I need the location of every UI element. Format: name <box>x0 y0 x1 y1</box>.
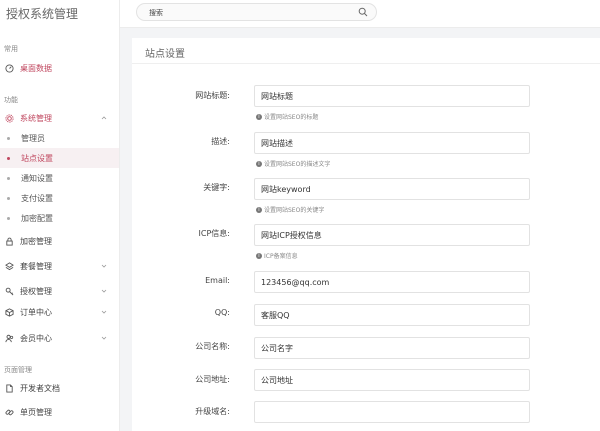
search-box[interactable]: 搜索 <box>136 3 377 21</box>
info-icon: i <box>256 160 262 167</box>
site-title-input[interactable] <box>254 85 530 107</box>
search-icon[interactable] <box>358 7 368 17</box>
sidebar-subitem-notify-settings[interactable]: 通知设置 <box>0 168 119 188</box>
description-input[interactable] <box>254 132 530 154</box>
page-title: 站点设置 <box>145 49 185 60</box>
upgrade-domain-input[interactable] <box>254 401 530 423</box>
bullet-icon <box>7 156 10 160</box>
sidebar-item-label: 系统管理 <box>20 113 52 123</box>
sidebar-item-dev-docs[interactable]: 开发者文档 <box>0 378 119 398</box>
bullet-icon <box>7 136 10 140</box>
bullet-icon <box>7 216 10 220</box>
sidebar-item-member[interactable]: 会员中心 <box>0 328 119 348</box>
lock-icon <box>4 236 14 246</box>
icp-label: ICP信息: <box>198 229 230 238</box>
hint-text: 设置网站SEO的标题 <box>264 114 319 121</box>
sidebar-subitem-label: 管理员 <box>21 133 45 143</box>
dashboard-gauge-icon <box>4 63 14 73</box>
sidebar-item-package[interactable]: 套餐管理 <box>0 256 119 276</box>
settings-panel: 站点设置 网站标题: i 设置网站SEO的标题 描述: i 设置网站SEO的描述… <box>132 38 600 431</box>
sidebar-item-label: 订单中心 <box>20 307 52 317</box>
chevron-down-icon <box>101 310 107 314</box>
hint-text: ICP备案信息 <box>264 253 298 260</box>
sidebar-subitem-encrypt-config[interactable]: 加密配置 <box>0 208 119 228</box>
sidebar-item-order[interactable]: 订单中心 <box>0 302 119 322</box>
bullet-icon <box>7 196 10 200</box>
qq-label: QQ: <box>214 308 230 317</box>
sidebar-subitem-label: 站点设置 <box>21 153 53 163</box>
upgrade-domain-label: 升级域名: <box>195 407 230 416</box>
sidebar-item-dashboard[interactable]: 桌面数据 <box>0 58 119 78</box>
section-label-function: 功能 <box>4 96 18 104</box>
section-label-common: 常用 <box>4 45 18 53</box>
keywords-hint: i 设置网站SEO的关键字 <box>256 205 324 214</box>
users-icon <box>4 333 14 343</box>
sidebar-subitem-label: 支付设置 <box>21 193 53 203</box>
company-address-label: 公司地址: <box>195 375 230 384</box>
sidebar-subitem-label: 加密配置 <box>21 213 53 223</box>
chevron-down-icon <box>101 336 107 340</box>
sidebar-item-label: 套餐管理 <box>20 261 52 271</box>
site-title-hint: i 设置网站SEO的标题 <box>256 112 318 121</box>
chevron-down-icon <box>101 264 107 268</box>
chevron-down-icon <box>101 289 107 293</box>
sidebar-subitem-label: 通知设置 <box>21 173 53 183</box>
sidebar-item-single-page[interactable]: 单页管理 <box>0 402 119 422</box>
sidebar-item-auth[interactable]: 授权管理 <box>0 281 119 301</box>
sidebar-item-label: 开发者文档 <box>20 383 60 393</box>
layers-icon <box>4 261 14 271</box>
email-field[interactable] <box>254 271 530 293</box>
sidebar: 授权系统管理 常用 桌面数据 功能 系统管理 管理员 站点设置 通知设置 支付设… <box>0 0 120 431</box>
description-label: 描述: <box>211 137 230 146</box>
gear-icon <box>4 113 14 123</box>
info-icon: i <box>256 206 262 213</box>
panel-header <box>132 38 600 64</box>
qq-input[interactable] <box>254 304 530 326</box>
top-bar: 搜索 <box>120 0 600 28</box>
sidebar-item-label: 会员中心 <box>20 333 52 343</box>
sidebar-item-label: 桌面数据 <box>20 63 52 73</box>
sidebar-subitem-site-settings[interactable]: 站点设置 <box>0 148 119 168</box>
company-name-input[interactable] <box>254 337 530 359</box>
app-title: 授权系统管理 <box>6 7 79 21</box>
keywords-label: 关键字: <box>203 183 230 192</box>
description-hint: i 设置网站SEO的描述文字 <box>256 159 330 168</box>
section-label-pages: 页面管理 <box>4 366 32 374</box>
search-input[interactable]: 搜索 <box>149 8 163 18</box>
hint-text: 设置网站SEO的描述文字 <box>264 161 331 168</box>
icp-hint: i ICP备案信息 <box>256 251 298 260</box>
hint-text: 设置网站SEO的关键字 <box>264 207 325 214</box>
document-icon <box>4 383 14 393</box>
sidebar-subitem-admin[interactable]: 管理员 <box>0 128 119 148</box>
sidebar-item-label: 加密管理 <box>20 236 52 246</box>
keywords-input[interactable] <box>254 178 530 200</box>
sidebar-item-system[interactable]: 系统管理 <box>0 108 119 128</box>
company-address-input[interactable] <box>254 369 530 391</box>
info-icon: i <box>256 252 262 259</box>
sidebar-item-label: 单页管理 <box>20 407 52 417</box>
email-label: Email: <box>205 276 230 285</box>
chevron-up-icon <box>101 116 107 120</box>
sidebar-item-encrypt[interactable]: 加密管理 <box>0 231 119 251</box>
key-icon <box>4 286 14 296</box>
sidebar-item-label: 授权管理 <box>20 286 52 296</box>
info-icon: i <box>256 113 262 120</box>
sidebar-subitem-payment-settings[interactable]: 支付设置 <box>0 188 119 208</box>
icp-input[interactable] <box>254 224 530 246</box>
company-name-label: 公司名称: <box>195 342 230 351</box>
bullet-icon <box>7 176 10 180</box>
site-title-label: 网站标题: <box>195 91 230 100</box>
cube-icon <box>4 307 14 317</box>
link-icon <box>4 407 14 417</box>
